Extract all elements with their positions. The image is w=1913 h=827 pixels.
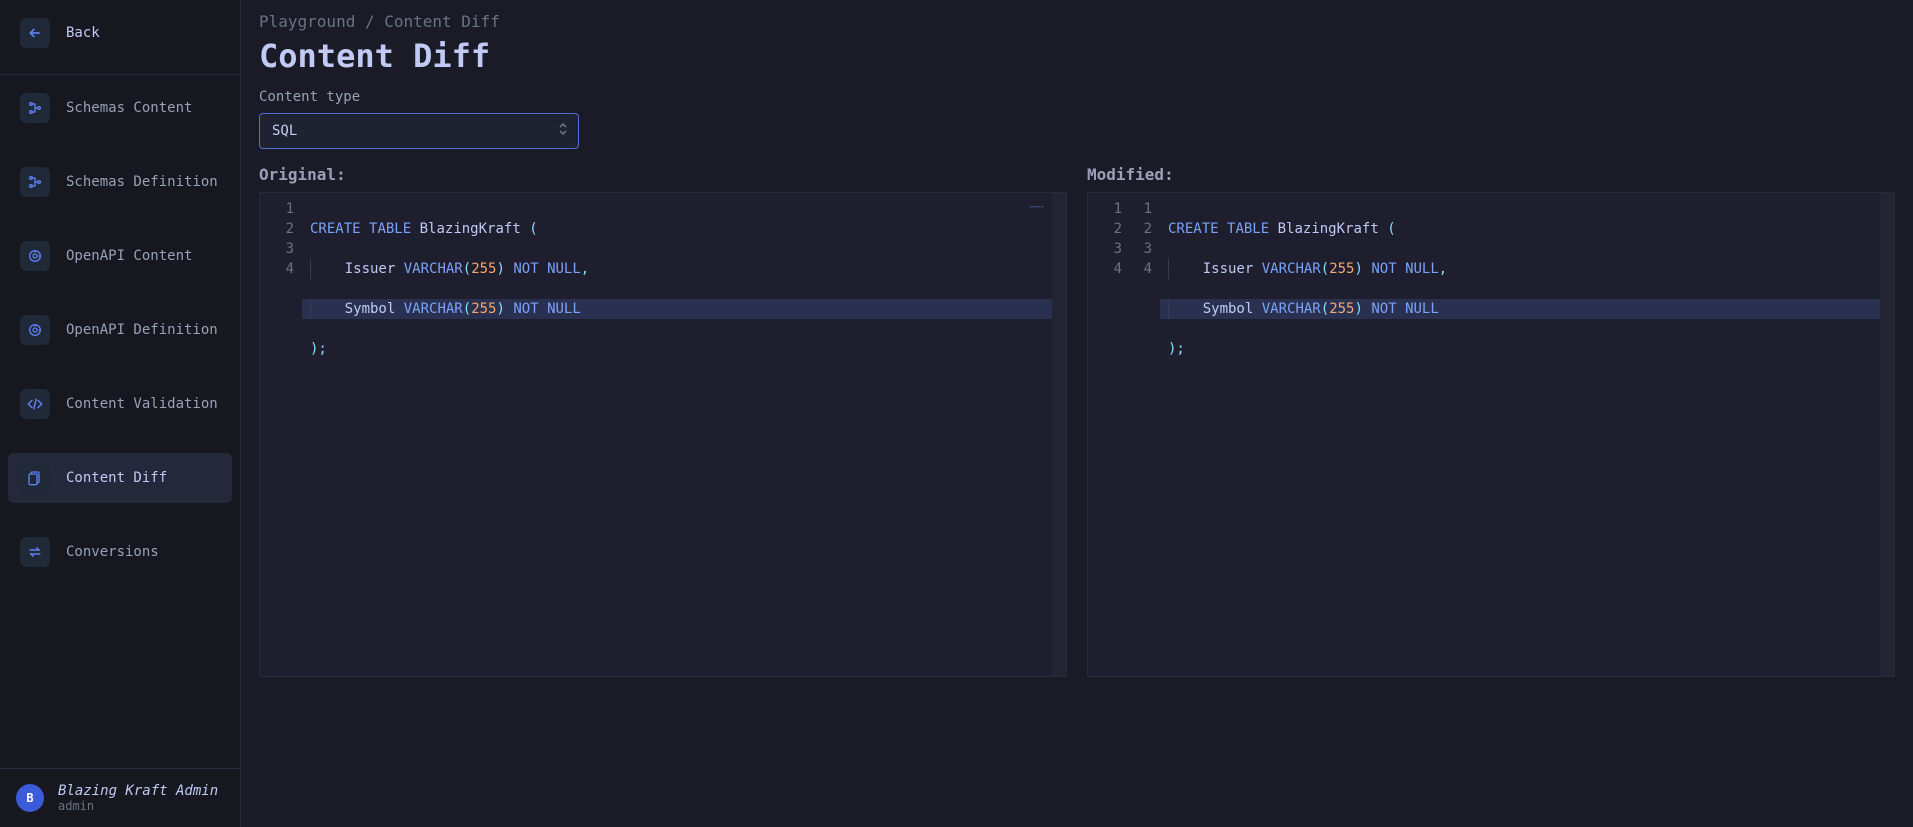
content-type-input[interactable] [259,113,579,149]
sidebar-item-label: Content Validation [66,396,218,412]
sidebar-item-label: OpenAPI Content [66,248,192,264]
sidebar-item-label: Content Diff [66,470,167,486]
original-editor[interactable]: 1 2 3 4 CREATE TABLE BlazingKraft ( Issu… [259,192,1067,677]
minimap: ▬▬▬▬ [1030,197,1044,217]
code-icon [20,389,50,419]
sidebar-item-schemas-definition[interactable]: Schemas Definition [8,157,232,207]
page-title: Content Diff [259,37,1895,75]
arrow-left-icon [20,18,50,48]
sidebar-item-label: OpenAPI Definition [66,322,218,338]
breadcrumb[interactable]: Playground / Content Diff [259,12,1895,31]
code-body[interactable]: CREATE TABLE BlazingKraft ( Issuer VARCH… [302,193,1066,676]
openapi-icon [20,241,50,271]
diff-icon [20,463,50,493]
schema-icon [20,93,50,123]
sidebar-item-label: Schemas Definition [66,174,218,190]
user-name: Blazing Kraft Admin [58,783,218,799]
back-button[interactable]: Back [8,8,232,58]
schema-icon [20,167,50,197]
avatar: B [16,784,44,812]
sidebar-item-conversions[interactable]: Conversions [8,527,232,577]
line-gutter-right: 1 2 3 4 [1130,193,1160,676]
modified-editor[interactable]: 1 2 3 4 1 2 3 4 CREATE TABLE BlazingKraf… [1087,192,1895,677]
sidebar-item-label: Schemas Content [66,100,192,116]
content-type-select[interactable] [259,113,579,149]
line-gutter: 1 2 3 4 [260,193,302,676]
sidebar: Back Schemas Content Schemas Definition … [0,0,241,827]
scrollbar[interactable] [1880,193,1894,676]
back-label: Back [66,25,100,41]
original-label: Original: [259,165,1067,184]
content-type-label: Content type [259,89,1895,105]
user-footer[interactable]: B Blazing Kraft Admin admin [0,768,240,827]
openapi-icon [20,315,50,345]
sidebar-item-content-diff[interactable]: Content Diff [8,453,232,503]
sidebar-item-schemas-content[interactable]: Schemas Content [8,83,232,133]
sidebar-item-openapi-definition[interactable]: OpenAPI Definition [8,305,232,355]
sidebar-item-openapi-content[interactable]: OpenAPI Content [8,231,232,281]
sidebar-item-content-validation[interactable]: Content Validation [8,379,232,429]
conversion-icon [20,537,50,567]
scrollbar[interactable] [1052,193,1066,676]
line-gutter-left: 1 2 3 4 [1088,193,1130,676]
user-sub: admin [58,799,218,813]
code-body[interactable]: CREATE TABLE BlazingKraft ( Issuer VARCH… [1160,193,1894,676]
sidebar-item-label: Conversions [66,544,159,560]
original-column: Original: 1 2 3 4 CREATE TABLE BlazingKr… [259,165,1067,677]
modified-label: Modified: [1087,165,1895,184]
main-content: Playground / Content Diff Content Diff C… [241,0,1913,827]
modified-column: Modified: 1 2 3 4 1 2 3 4 CREATE TABLE B… [1087,165,1895,677]
